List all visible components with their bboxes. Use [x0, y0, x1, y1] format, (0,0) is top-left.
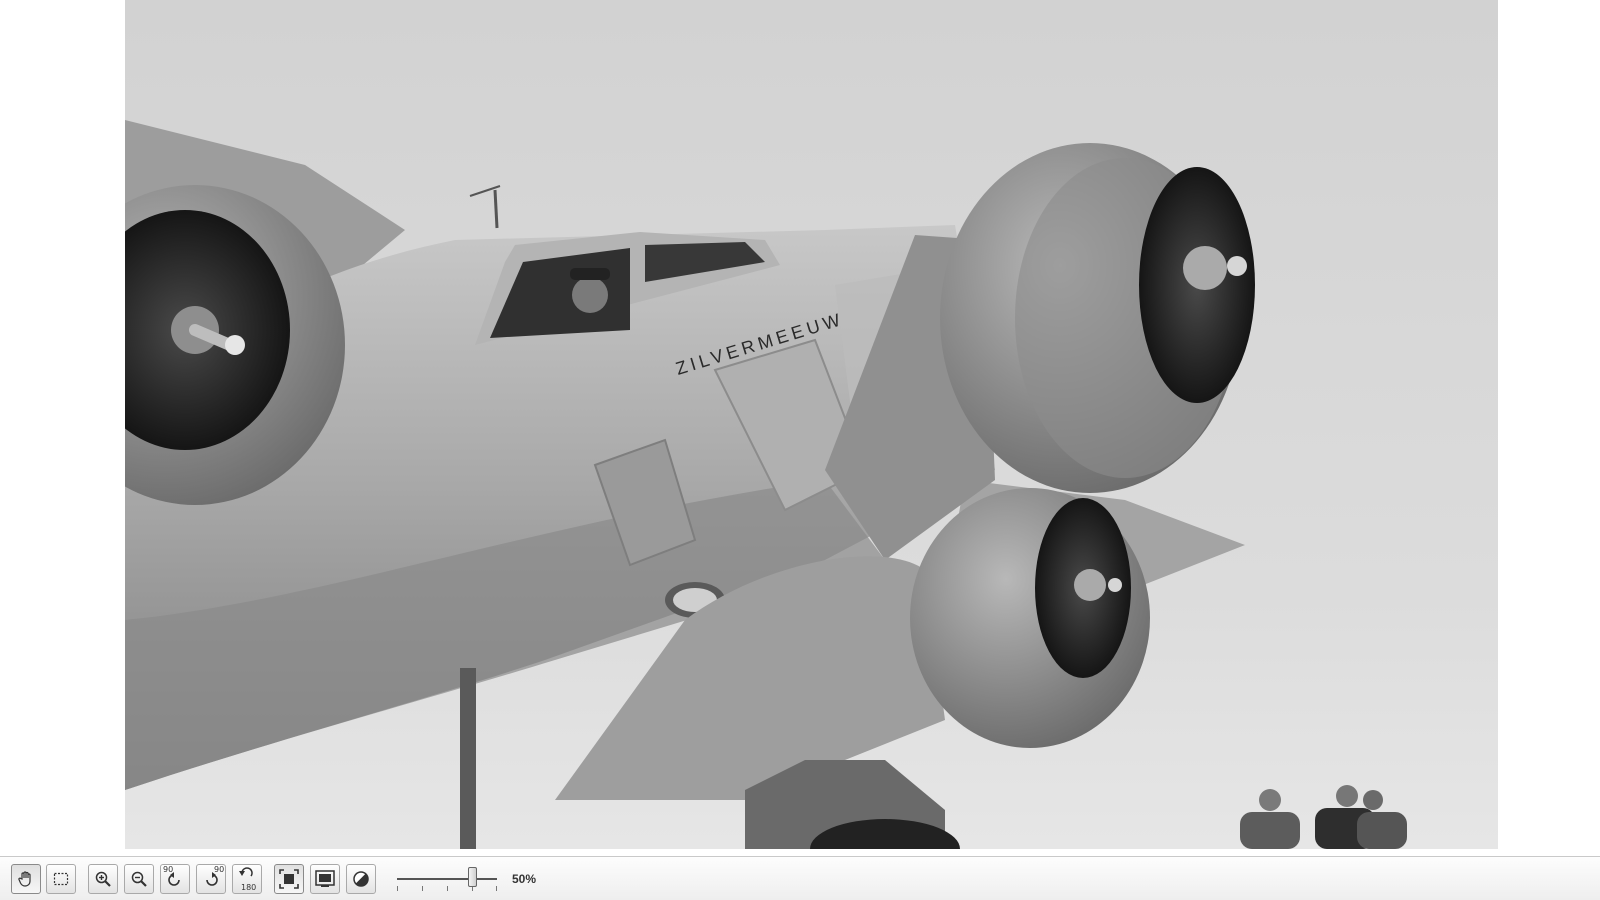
zoom-slider-tick [397, 886, 398, 891]
rotate-180-button[interactable]: 180 [232, 864, 262, 894]
rotate-left-90-button[interactable]: 90 [160, 864, 190, 894]
fit-to-window-button[interactable] [274, 864, 304, 894]
zoom-in-icon [94, 870, 112, 888]
aircraft-photo[interactable]: ZILVERMEEUW [125, 0, 1498, 849]
zoom-slider[interactable] [397, 866, 501, 894]
contrast-button[interactable] [346, 864, 376, 894]
zoom-level-label: 50% [512, 872, 537, 886]
zoom-slider-tick [447, 886, 448, 891]
zoom-slider-handle[interactable] [468, 867, 477, 887]
rotate-left-label: 90 [163, 865, 174, 874]
rotate-right-90-button[interactable]: 90 [196, 864, 226, 894]
fullscreen-button[interactable] [310, 864, 340, 894]
contrast-icon [352, 870, 370, 888]
hand-icon [17, 870, 35, 888]
select-area-button[interactable] [46, 864, 76, 894]
rotate-right-label: 90 [214, 865, 225, 874]
rotate-180-icon [239, 867, 255, 881]
zoom-slider-track[interactable] [397, 878, 497, 880]
image-viewer[interactable]: ZILVERMEEUW [0, 0, 1600, 850]
viewer-toolbar: 90 90 180 [0, 856, 1600, 900]
zoom-out-button[interactable] [124, 864, 154, 894]
zoom-slider-tick [422, 886, 423, 891]
zoom-in-button[interactable] [88, 864, 118, 894]
fit-window-icon [279, 869, 299, 889]
aircraft-photo-image: ZILVERMEEUW [125, 0, 1498, 849]
fullscreen-icon [315, 870, 335, 888]
zoom-slider-tick [496, 886, 497, 891]
marquee-select-icon [52, 870, 70, 888]
pan-tool-button[interactable] [11, 864, 41, 894]
zoom-out-icon [130, 870, 148, 888]
rotate-180-label: 180 [241, 883, 257, 892]
